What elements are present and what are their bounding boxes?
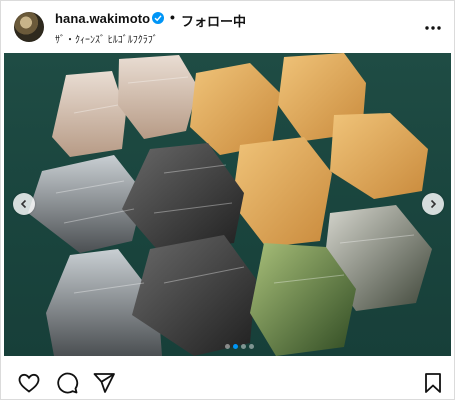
post-card: hana.wakimoto • フォロー中 ｻﾞ・ｸｨｰﾝｽﾞ ﾋﾙｺﾞﾙﾌｸﾗ… [0, 0, 455, 400]
carousel-dot [233, 344, 238, 349]
next-slide-button[interactable] [422, 193, 444, 215]
follow-button[interactable]: フォロー中 [181, 11, 246, 30]
avatar[interactable] [14, 12, 44, 42]
username[interactable]: hana.wakimoto [55, 11, 150, 26]
post-header: hana.wakimoto • フォロー中 ｻﾞ・ｸｨｰﾝｽﾞ ﾋﾙｺﾞﾙﾌｸﾗ… [1, 1, 454, 53]
comment-icon[interactable] [55, 371, 79, 395]
carousel-dot [241, 344, 246, 349]
heart-icon[interactable] [17, 371, 41, 395]
separator-dot: • [170, 9, 175, 25]
carousel-dot [225, 344, 230, 349]
post-image[interactable] [4, 53, 451, 356]
post-subtitle[interactable]: ｻﾞ・ｸｨｰﾝｽﾞ ﾋﾙｺﾞﾙﾌｸﾗﾌﾞ [55, 31, 158, 46]
rice-balls-photo [28, 53, 432, 356]
bookmark-icon[interactable] [421, 371, 445, 395]
more-icon[interactable] [425, 15, 441, 33]
previous-slide-button[interactable] [13, 193, 35, 215]
carousel-indicator [225, 336, 257, 349]
action-bar [1, 363, 454, 401]
verified-badge-icon [152, 12, 164, 24]
share-icon[interactable] [92, 371, 116, 395]
carousel-dot [249, 344, 254, 349]
